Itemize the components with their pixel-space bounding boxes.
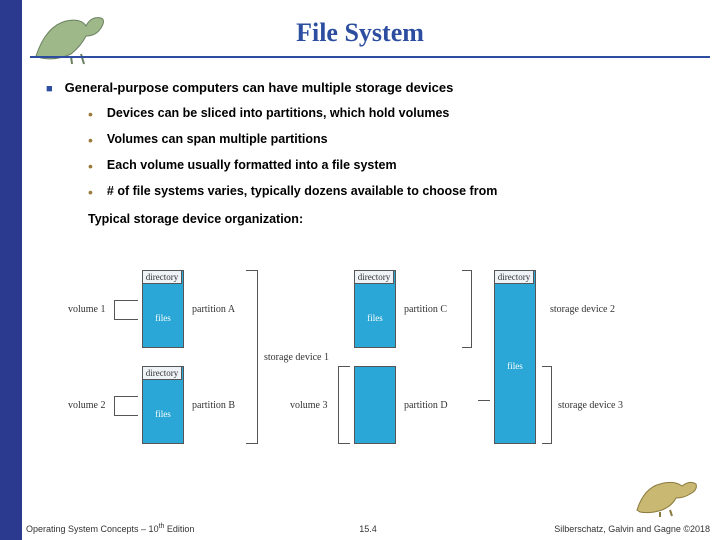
slide-title: File System [0, 18, 720, 48]
volume3-label: volume 3 [290, 400, 328, 411]
files-label: files [143, 313, 183, 323]
title-underline [30, 56, 710, 58]
storage-diagram: directory files directory files volume 1… [70, 270, 680, 480]
sidebar-stripe [0, 0, 22, 540]
partition-d-label: partition D [404, 400, 448, 411]
sub-bullet-row: • Each volume usually formatted into a f… [88, 158, 702, 174]
volume2-label: volume 2 [68, 400, 106, 411]
sub-bullet-text: Devices can be sliced into partitions, w… [107, 106, 449, 120]
main-bullet-text: General-purpose computers can have multi… [65, 80, 454, 95]
directory-label: directory [142, 270, 182, 284]
dot-bullet-icon: • [88, 158, 93, 174]
files-label: files [495, 361, 535, 371]
partition-a-label: partition A [192, 304, 235, 315]
dot-bullet-icon: • [88, 184, 93, 200]
tall-volume-box: directory files [494, 270, 536, 444]
connector-line [478, 400, 490, 401]
storage1-label: storage device 1 [264, 352, 329, 363]
dinosaur-bottom-image [632, 470, 702, 518]
partition-c-label: partition C [404, 304, 447, 315]
files-label: files [355, 313, 395, 323]
sub-bullet-text: Each volume usually formatted into a fil… [107, 158, 397, 172]
storage2-label: storage device 2 [550, 304, 615, 315]
main-bullet-row: ■ General-purpose computers can have mul… [46, 80, 702, 98]
brace-icon [338, 366, 350, 444]
brace-icon [462, 270, 472, 348]
sub-bullet-row: • Devices can be sliced into partitions,… [88, 106, 702, 122]
sub-bullet-list: • Devices can be sliced into partitions,… [88, 106, 702, 200]
sub-bullet-row: • # of file systems varies, typically do… [88, 184, 702, 200]
brace-icon [114, 396, 138, 416]
dot-bullet-icon: • [88, 132, 93, 148]
square-bullet-icon: ■ [46, 80, 53, 98]
footer: Operating System Concepts – 10th Edition… [26, 523, 710, 534]
files-label: files [143, 409, 183, 419]
sub-bullet-row: • Volumes can span multiple partitions [88, 132, 702, 148]
directory-label: directory [494, 270, 534, 284]
partition-a-box: directory files [142, 270, 184, 348]
sub-bullet-text: # of file systems varies, typically doze… [107, 184, 497, 198]
directory-label: directory [354, 270, 394, 284]
storage3-label: storage device 3 [558, 400, 623, 411]
sub-bullet-text: Volumes can span multiple partitions [107, 132, 328, 146]
partition-d-box [354, 366, 396, 444]
dot-bullet-icon: • [88, 106, 93, 122]
content-area: ■ General-purpose computers can have mul… [46, 80, 702, 226]
brace-icon [542, 366, 552, 444]
footer-center: 15.4 [26, 524, 710, 534]
directory-label: directory [142, 366, 182, 380]
partition-b-box: directory files [142, 366, 184, 444]
typical-label: Typical storage device organization: [88, 212, 702, 226]
partition-b-label: partition B [192, 400, 235, 411]
volume1-label: volume 1 [68, 304, 106, 315]
brace-icon [114, 300, 138, 320]
brace-icon [246, 270, 258, 444]
partition-c-box: directory files [354, 270, 396, 348]
